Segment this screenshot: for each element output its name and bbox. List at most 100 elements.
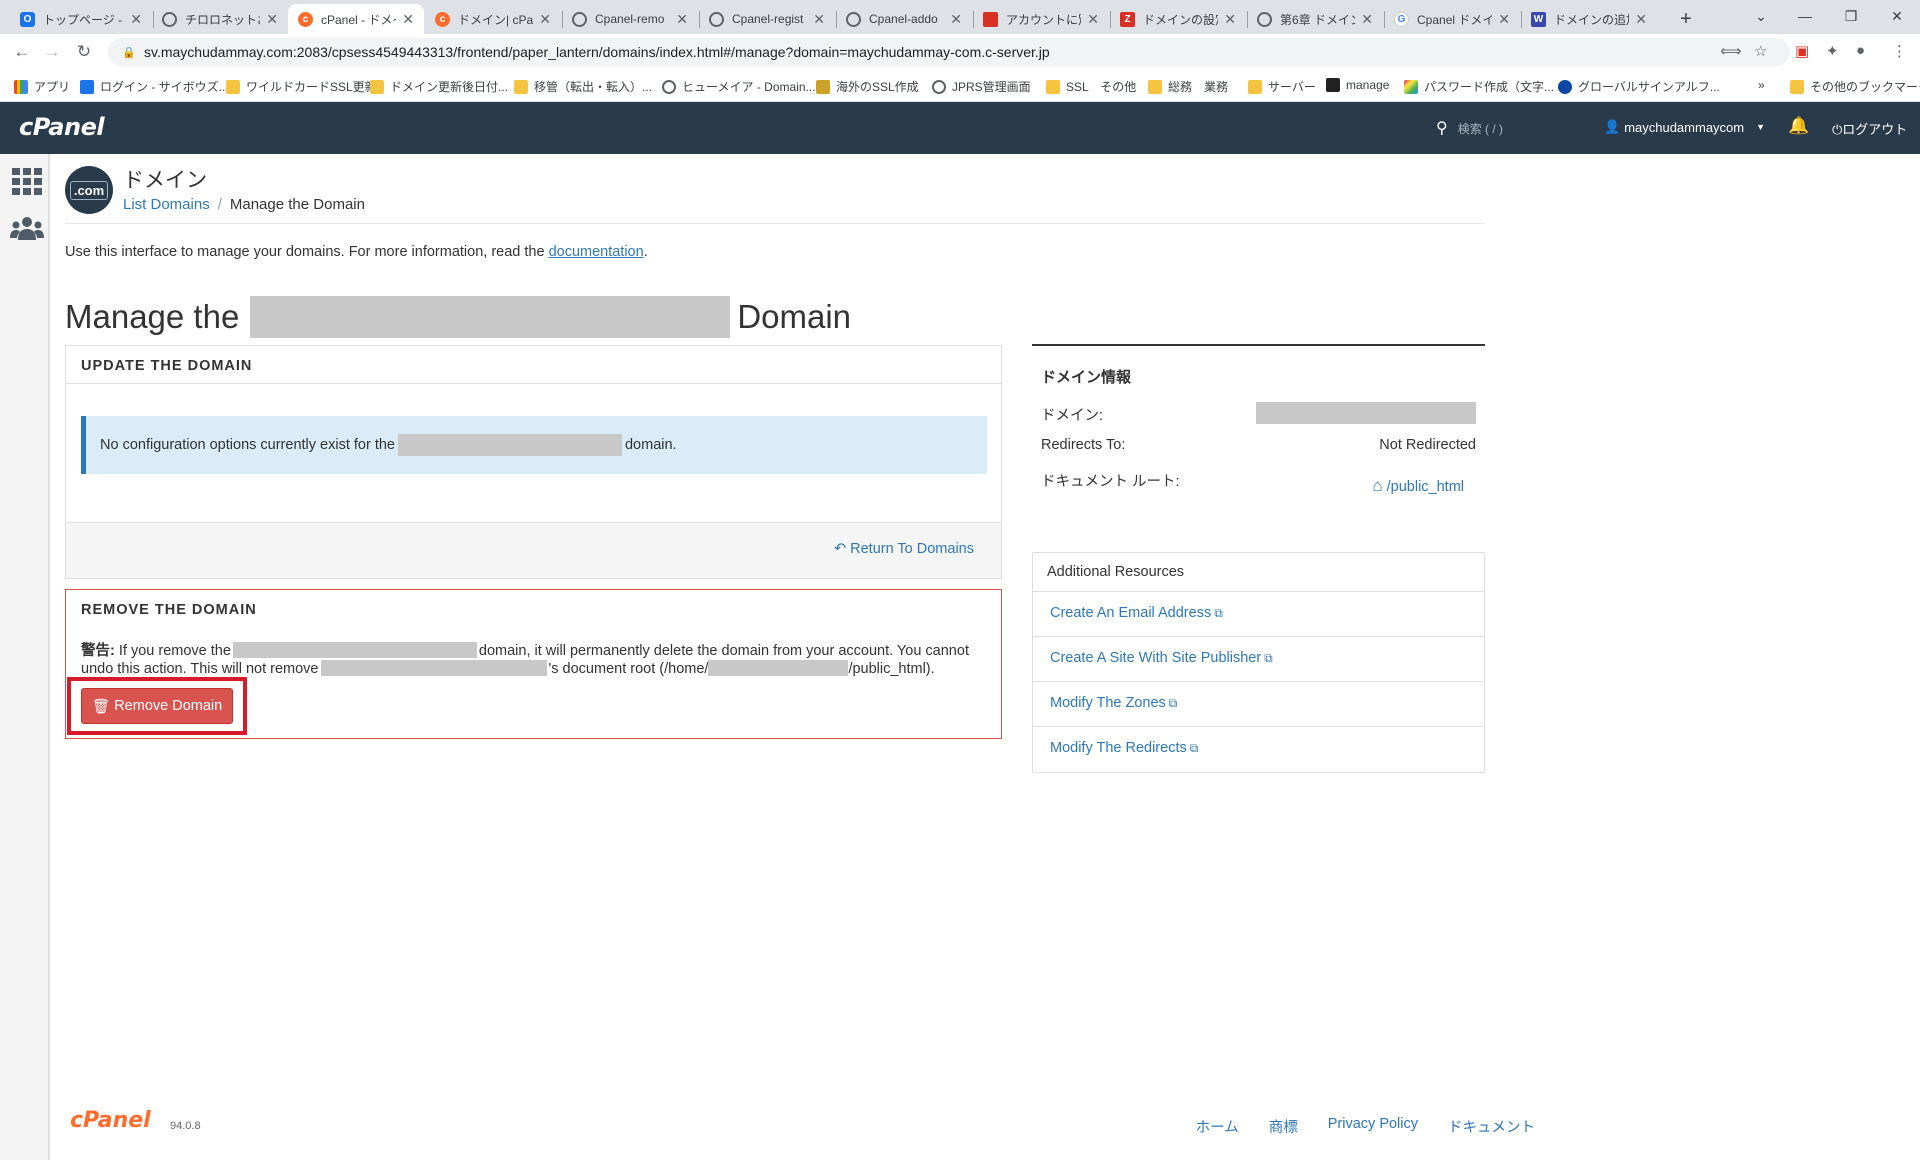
logout-link[interactable]: ⏻ログアウト bbox=[1832, 119, 1907, 138]
browser-tab[interactable]: 第6章 ドメイン ✕ bbox=[1247, 4, 1383, 34]
return-to-domains-link[interactable]: ↶ Return To Domains bbox=[834, 541, 974, 557]
warning-text: 警告: If you remove the domain, it will per… bbox=[81, 642, 969, 677]
browser-tab[interactable]: チロロネットお客✕ bbox=[152, 4, 288, 34]
info-row-domain: ドメイン: bbox=[1041, 402, 1476, 425]
bookmark-item[interactable]: ログイン - サイボウズ... bbox=[80, 78, 229, 95]
bookmark-item[interactable]: manage bbox=[1326, 78, 1389, 92]
cpanel-logo[interactable]: cPanel bbox=[19, 113, 105, 141]
address-bar[interactable]: 🔒 sv.maychudammay.com:2083/cpsess4549443… bbox=[108, 38, 1790, 66]
close-tab-icon[interactable]: ✕ bbox=[1361, 11, 1373, 28]
more-bookmarks-icon[interactable]: » bbox=[1758, 78, 1765, 92]
resource-modify-zones[interactable]: Modify The Zones ⧉ bbox=[1033, 682, 1484, 727]
bookmark-apps[interactable]: アプリ bbox=[14, 78, 70, 95]
bookmark-folder[interactable]: 移管（転出・転入）... bbox=[514, 78, 652, 95]
browser-tab[interactable]: Cpanel-remo ✕ bbox=[562, 4, 698, 34]
close-tab-icon[interactable]: ✕ bbox=[1087, 11, 1099, 28]
close-tab-icon[interactable]: ✕ bbox=[402, 11, 414, 28]
grid-icon[interactable] bbox=[12, 168, 42, 195]
menu-icon[interactable]: ⋮ bbox=[1892, 42, 1907, 60]
site-favicon-icon bbox=[1558, 79, 1572, 94]
bookmark-item[interactable]: ヒューメイア - Domain... bbox=[662, 78, 816, 95]
user-menu[interactable]: 👤 maychudammaycom ▼ bbox=[1604, 119, 1765, 135]
breadcrumb-list-domains[interactable]: List Domains bbox=[123, 196, 210, 213]
documentation-link[interactable]: documentation bbox=[549, 244, 644, 260]
browser-tab[interactable]: Cpanel-regist ✕ bbox=[699, 4, 835, 34]
restore-icon[interactable]: ❐ bbox=[1828, 0, 1874, 32]
globe-icon bbox=[932, 79, 946, 94]
redacted-domain bbox=[1256, 402, 1476, 424]
back-icon[interactable]: ← bbox=[10, 40, 34, 64]
close-tab-icon[interactable]: ✕ bbox=[950, 11, 962, 28]
browser-tab-bar: O トップページ - サ✕ チロロネットお客✕ c cPanel - ドメイ✕ … bbox=[0, 0, 1920, 34]
browser-tab[interactable]: G Cpanel ドメイン✕ bbox=[1384, 4, 1520, 34]
footer-link-documentation[interactable]: ドキュメント bbox=[1448, 1116, 1535, 1137]
footer-link-privacy[interactable]: Privacy Policy bbox=[1328, 1116, 1418, 1137]
bookmark-folder[interactable]: サーバー bbox=[1248, 78, 1316, 95]
left-sidebar bbox=[0, 154, 50, 1160]
bookmark-item[interactable]: JPRS管理画面 bbox=[932, 78, 1031, 95]
browser-tab[interactable]: Cpanel-addo ✕ bbox=[836, 4, 972, 34]
close-tab-icon[interactable]: ✕ bbox=[1635, 11, 1647, 28]
resource-modify-redirects[interactable]: Modify The Redirects ⧉ bbox=[1033, 727, 1484, 772]
header-search[interactable]: ⚲ 検索 ( / ) bbox=[1436, 118, 1503, 138]
tab-search-icon[interactable]: ⌄ bbox=[1738, 0, 1784, 32]
reload-icon[interactable]: ↻ bbox=[72, 40, 96, 64]
bookmark-item[interactable]: パスワード作成（文字... bbox=[1404, 78, 1554, 95]
bookmark-folder[interactable]: ドメイン更新後日付... bbox=[370, 78, 508, 95]
browser-tab[interactable]: アカウントに別の✕ bbox=[973, 4, 1109, 34]
close-tab-icon[interactable]: ✕ bbox=[1224, 11, 1236, 28]
resource-site-publisher[interactable]: Create A Site With Site Publisher ⧉ bbox=[1033, 637, 1484, 682]
pdf-extension-icon[interactable]: ▣ bbox=[1795, 42, 1809, 60]
bookmark-folder[interactable]: 総務 業務 bbox=[1148, 78, 1228, 95]
remove-domain-button[interactable]: 🗑 Remove Domain bbox=[81, 688, 233, 724]
page-title: ドメイン bbox=[123, 169, 207, 192]
other-bookmarks[interactable]: その他のブックマーク bbox=[1790, 78, 1920, 95]
globe-icon bbox=[662, 79, 676, 94]
folder-icon bbox=[1248, 79, 1262, 94]
redacted-username bbox=[708, 660, 849, 676]
logout-icon: ⏻ bbox=[1832, 122, 1843, 137]
browser-tab[interactable]: Z ドメインの設定✕ bbox=[1110, 4, 1246, 34]
bell-icon[interactable]: 🔔 bbox=[1788, 116, 1809, 136]
footer-cpanel-logo[interactable]: cPanel bbox=[70, 1108, 151, 1133]
translate-icon[interactable]: ⟺ bbox=[1720, 42, 1742, 60]
resource-create-email[interactable]: Create An Email Address ⧉ bbox=[1033, 592, 1484, 637]
caret-down-icon: ▼ bbox=[1756, 122, 1766, 132]
cpanel-favicon-icon: c bbox=[435, 11, 450, 27]
close-tab-icon[interactable]: ✕ bbox=[539, 11, 551, 28]
bookmark-folder[interactable]: SSL その他 bbox=[1046, 78, 1136, 95]
close-window-icon[interactable]: ✕ bbox=[1874, 0, 1920, 32]
bookmark-item[interactable]: 海外のSSL作成 bbox=[816, 78, 919, 95]
redacted-domain bbox=[397, 434, 622, 456]
browser-tab-active[interactable]: c cPanel - ドメイ ✕ bbox=[288, 4, 424, 34]
close-tab-icon[interactable]: ✕ bbox=[266, 11, 278, 28]
browser-tab[interactable]: O トップページ - サ✕ bbox=[10, 4, 152, 34]
footer-link-trademarks[interactable]: 商標 bbox=[1269, 1116, 1298, 1137]
minimize-icon[interactable]: — bbox=[1782, 0, 1828, 32]
bookmark-item[interactable]: グローバルサインアルフ... bbox=[1558, 78, 1720, 95]
close-tab-icon[interactable]: ✕ bbox=[1498, 11, 1510, 28]
site-favicon-icon bbox=[80, 79, 94, 94]
domain-info-box: ドメイン情報 ドメイン: Redirects To: Not Redirecte… bbox=[1032, 344, 1485, 496]
update-panel-heading: UPDATE THE DOMAIN bbox=[66, 346, 1001, 384]
new-tab-icon[interactable]: + bbox=[1672, 5, 1700, 33]
info-alert: No configuration options currently exist… bbox=[81, 416, 987, 474]
extensions-icon[interactable]: ✦ bbox=[1826, 42, 1839, 60]
breadcrumb: List Domains / Manage the Domain bbox=[123, 196, 365, 213]
users-icon[interactable] bbox=[10, 214, 44, 242]
bookmark-folder[interactable]: ワイルドカードSSL更新 bbox=[226, 78, 377, 95]
browser-tab[interactable]: c ドメイン| cPane✕ bbox=[425, 4, 561, 34]
profile-icon[interactable]: ● bbox=[1856, 42, 1865, 59]
close-tab-icon[interactable]: ✕ bbox=[676, 11, 688, 28]
close-tab-icon[interactable]: ✕ bbox=[130, 11, 142, 28]
close-tab-icon[interactable]: ✕ bbox=[813, 11, 825, 28]
docroot-link[interactable]: ⌂ /public_html bbox=[1372, 476, 1464, 496]
intro-text: Use this interface to manage your domain… bbox=[65, 244, 648, 260]
globe-icon bbox=[162, 11, 177, 27]
bookmark-star-icon[interactable]: ☆ bbox=[1754, 42, 1767, 60]
external-link-icon: ⧉ bbox=[1189, 741, 1199, 755]
update-domain-panel: UPDATE THE DOMAIN No configuration optio… bbox=[65, 345, 1002, 579]
forward-icon[interactable]: → bbox=[40, 40, 64, 64]
footer-link-home[interactable]: ホーム bbox=[1196, 1116, 1239, 1137]
browser-tab[interactable]: W ドメインの追加✕ bbox=[1521, 4, 1657, 34]
